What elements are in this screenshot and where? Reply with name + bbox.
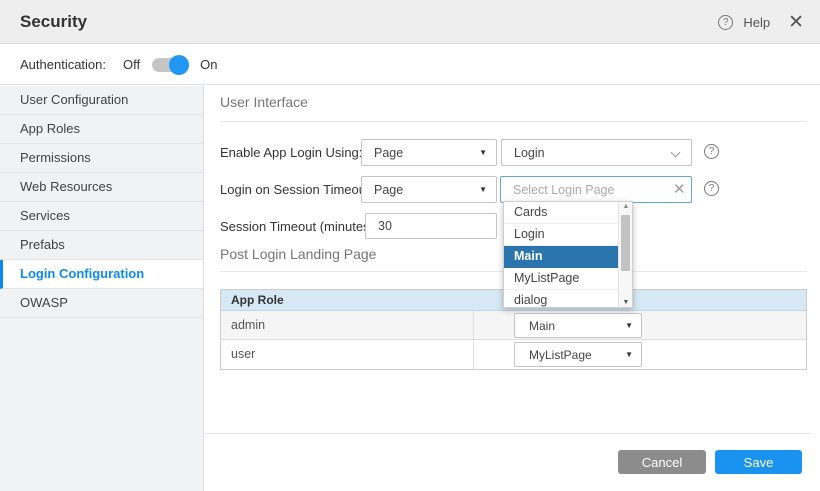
admin-landing-page-select[interactable]: Main ▼	[514, 313, 642, 338]
scroll-down-icon[interactable]: ▼	[619, 299, 633, 306]
user-landing-page-select[interactable]: MyListPage ▼	[514, 342, 642, 367]
dropdown-option-dialog[interactable]: dialog	[504, 290, 619, 308]
table-row: admin Main ▼	[221, 311, 806, 340]
enable-app-login-page-combo[interactable]: Login	[501, 139, 692, 166]
sidebar-item-prefabs[interactable]: Prefabs	[0, 231, 203, 260]
clear-icon[interactable]: ✕	[673, 182, 686, 197]
role-cell: user	[221, 340, 474, 369]
dropdown-arrow-icon: ▼	[625, 350, 633, 359]
help-link[interactable]: Help	[743, 15, 770, 30]
scrollbar-thumb[interactable]	[621, 215, 630, 271]
sidebar-item-services[interactable]: Services	[0, 202, 203, 231]
toggle-off-label: Off	[123, 57, 140, 72]
sidebar-item-app-roles[interactable]: App Roles	[0, 115, 203, 144]
session-timeout-label: Session Timeout (minutes):	[220, 213, 378, 240]
login-on-timeout-help-icon[interactable]: ?	[704, 181, 719, 196]
security-dialog: Security ? Help ✕ Authentication: Off On…	[0, 0, 820, 491]
authentication-toggle[interactable]	[152, 58, 186, 72]
role-cell: admin	[221, 311, 474, 339]
login-on-timeout-label: Login on Session Timeout:	[220, 176, 373, 203]
dropdown-arrow-icon: ▼	[625, 321, 633, 330]
divider	[220, 121, 807, 122]
sidebar-item-web-resources[interactable]: Web Resources	[0, 173, 203, 202]
login-page-dropdown-list: Cards Login Main MyListPage dialog ▲ ▼	[503, 201, 633, 308]
footer-divider	[205, 433, 810, 434]
dropdown-option-login[interactable]: Login	[504, 224, 619, 246]
enable-app-login-type-select[interactable]: Page ▼	[361, 139, 497, 166]
help-icon[interactable]: ?	[718, 15, 733, 30]
save-button[interactable]: Save	[715, 450, 802, 474]
enable-app-login-help-icon[interactable]: ?	[704, 144, 719, 159]
login-on-timeout-type-select[interactable]: Page ▼	[361, 176, 497, 203]
dropdown-option-cards[interactable]: Cards	[504, 202, 619, 224]
dropdown-option-mylistpage[interactable]: MyListPage	[504, 268, 619, 290]
dropdown-scrollbar[interactable]: ▲ ▼	[618, 202, 632, 307]
enable-app-login-label: Enable App Login Using:	[220, 139, 362, 166]
cancel-button[interactable]: Cancel	[618, 450, 706, 474]
sidebar-item-permissions[interactable]: Permissions	[0, 144, 203, 173]
section-title-post-login: Post Login Landing Page	[220, 246, 376, 262]
sidebar-item-user-configuration[interactable]: User Configuration	[0, 86, 203, 115]
toggle-knob	[169, 55, 189, 75]
window-header-actions: ? Help ✕	[718, 0, 804, 44]
toggle-on-label: On	[200, 57, 217, 72]
dropdown-option-main[interactable]: Main	[504, 246, 619, 268]
sidebar-item-login-configuration[interactable]: Login Configuration	[0, 260, 203, 289]
session-timeout-input[interactable]	[365, 213, 497, 239]
close-icon[interactable]: ✕	[788, 13, 804, 32]
page-title: Security	[20, 12, 87, 32]
dropdown-arrow-icon: ▼	[479, 148, 487, 157]
dropdown-arrow-icon: ▼	[479, 185, 487, 194]
authentication-label: Authentication:	[20, 57, 106, 72]
scroll-up-icon[interactable]: ▲	[619, 203, 633, 210]
chevron-down-icon	[671, 148, 681, 158]
sidebar-item-owasp[interactable]: OWASP	[0, 289, 203, 318]
select-login-page-input[interactable]	[500, 176, 692, 203]
sidebar: User Configuration App Roles Permissions…	[0, 86, 204, 491]
section-title-user-interface: User Interface	[220, 94, 308, 110]
window-header: Security ? Help ✕	[0, 0, 820, 44]
authentication-bar: Authentication: Off On	[0, 45, 820, 85]
table-row: user MyListPage ▼	[221, 340, 806, 369]
